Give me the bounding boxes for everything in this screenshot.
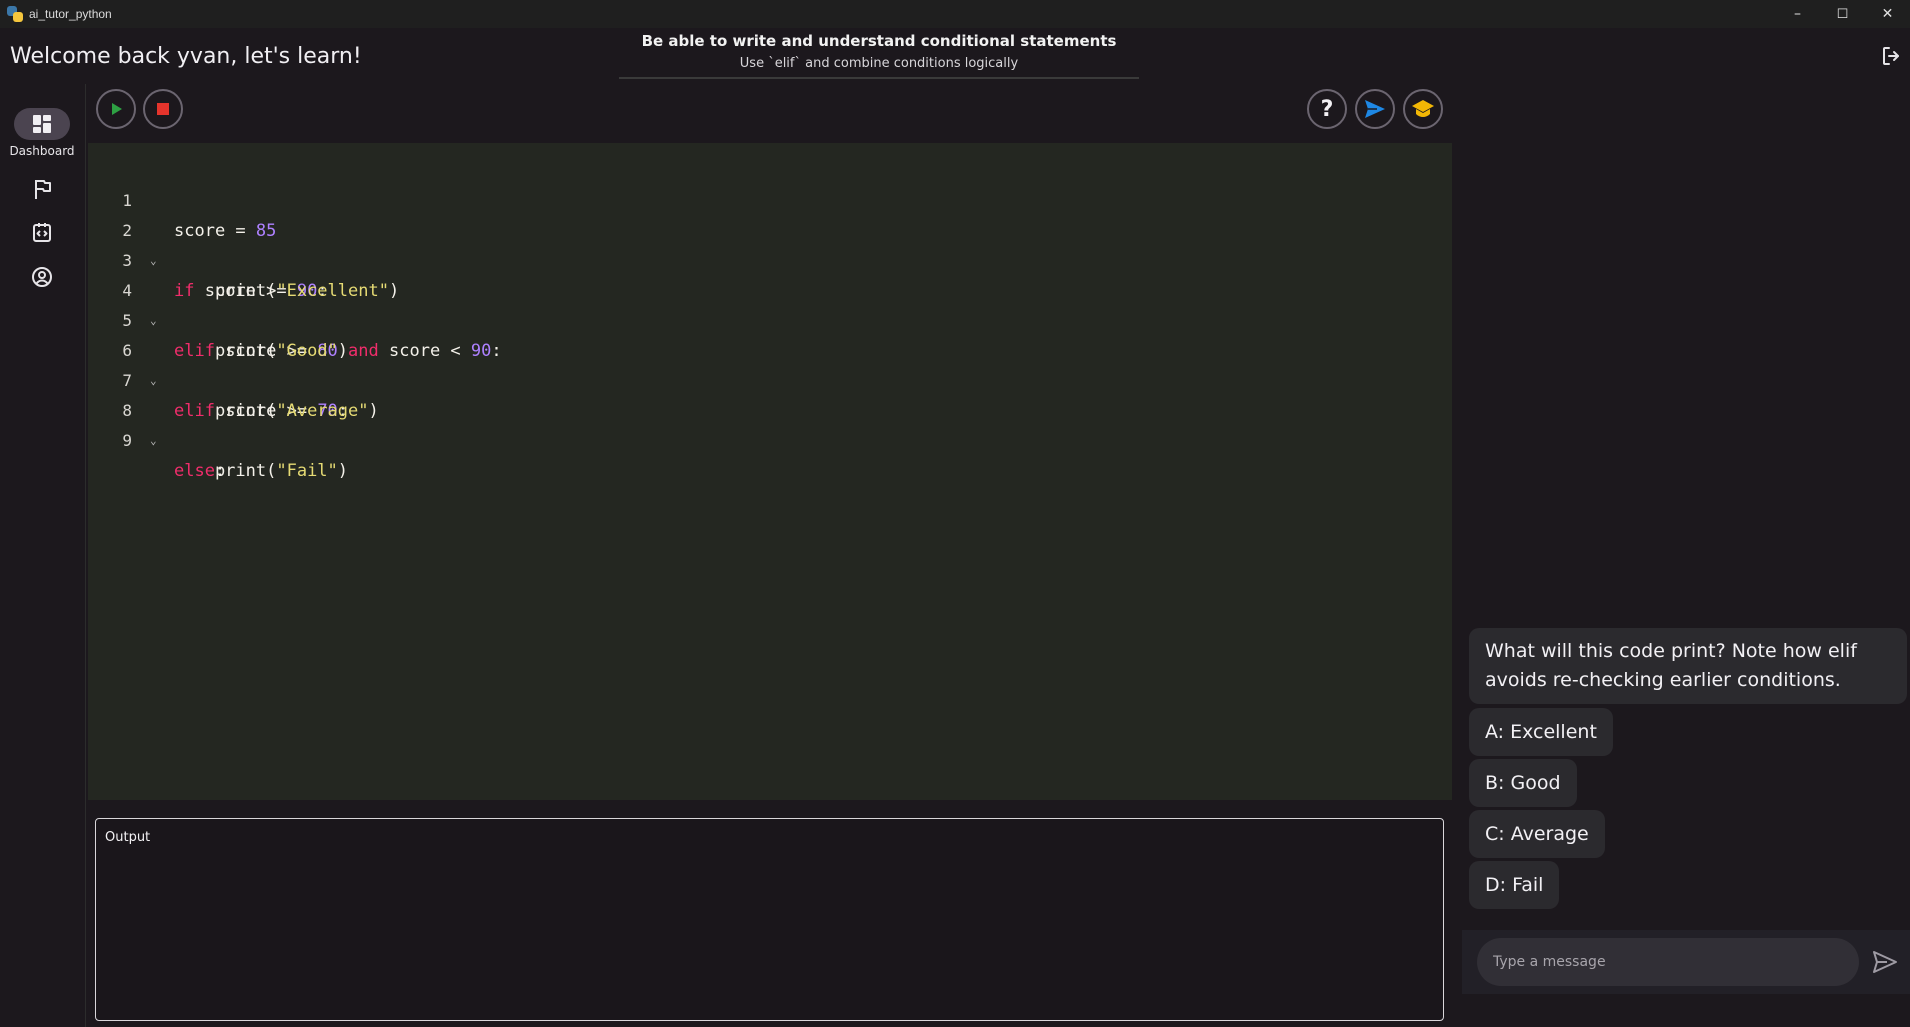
objective-subtitle: Use `elif` and combine conditions logica… xyxy=(739,56,1019,71)
chat-message-input[interactable] xyxy=(1477,938,1859,986)
stop-button[interactable] xyxy=(143,89,183,129)
flag-icon xyxy=(35,180,51,199)
code-line[interactable]: 1 score = 85 xyxy=(88,156,1452,241)
graduation-cap-icon xyxy=(1412,100,1434,117)
submit-button[interactable] xyxy=(1355,89,1395,129)
answer-option-c[interactable]: C: Average xyxy=(1469,810,1605,858)
code-line[interactable]: 7 print("Average") xyxy=(88,336,1452,421)
nav-dashboard[interactable]: Dashboard xyxy=(0,108,84,158)
python-app-icon xyxy=(7,6,23,22)
send-icon xyxy=(1365,100,1385,118)
help-button[interactable]: ? xyxy=(1307,89,1347,129)
tutor-button[interactable] xyxy=(1403,89,1443,129)
nav-dashboard-label: Dashboard xyxy=(9,144,75,158)
account-circle-icon xyxy=(32,267,52,287)
nav-dashboard-pill[interactable] xyxy=(14,108,70,140)
output-label: Output xyxy=(105,830,151,845)
tutor-question-bubble: What will this code print? Note how elif… xyxy=(1469,628,1907,704)
maximize-button[interactable]: ☐ xyxy=(1820,0,1865,28)
code-line[interactable]: 8 ⌄ else: xyxy=(88,366,1452,481)
code-line[interactable]: 5 print("Good") xyxy=(88,276,1452,361)
play-icon xyxy=(112,103,122,115)
code-line[interactable]: 4 ⌄ elif score >= 80 and score < 90: xyxy=(88,246,1452,361)
chat-composer xyxy=(1462,930,1910,994)
objective-title: Be able to write and understand conditio… xyxy=(641,32,1117,50)
nav-profile[interactable] xyxy=(0,266,84,288)
answer-option-d[interactable]: D: Fail xyxy=(1469,861,1560,909)
lesson-objective: Be able to write and understand conditio… xyxy=(619,32,1139,79)
code-editor[interactable]: 1 score = 85 2 ⌄ if score >= 90: 3 print… xyxy=(88,143,1452,800)
output-panel: Output xyxy=(95,818,1444,1021)
logout-icon xyxy=(1883,47,1899,65)
code-line[interactable]: 6 ⌄ elif score >= 70: xyxy=(88,306,1452,421)
line-number: 9 xyxy=(122,431,132,450)
run-button[interactable] xyxy=(96,89,136,129)
sidebar-nav: Dashboard xyxy=(0,84,86,1027)
nav-code-editor[interactable] xyxy=(0,221,84,243)
close-button[interactable]: ✕ xyxy=(1865,0,1910,28)
title-bar: ai_tutor_python – ☐ ✕ xyxy=(0,0,1910,28)
nav-goals[interactable] xyxy=(0,178,84,200)
dashboard-icon xyxy=(33,115,51,133)
window-title: ai_tutor_python xyxy=(29,7,112,21)
code-line[interactable]: 3 print("Excellent") xyxy=(88,216,1452,301)
logout-button[interactable] xyxy=(1880,44,1904,68)
welcome-heading: Welcome back yvan, let's learn! xyxy=(10,44,362,69)
send-arrow-icon xyxy=(1873,951,1897,973)
fold-chevron-icon[interactable]: ⌄ xyxy=(150,426,157,456)
code-line[interactable]: 2 ⌄ if score >= 90: xyxy=(88,186,1452,301)
code-file-icon xyxy=(33,223,51,242)
minimize-button[interactable]: – xyxy=(1775,0,1820,28)
answer-option-b[interactable]: B: Good xyxy=(1469,759,1577,807)
answer-option-a[interactable]: A: Excellent xyxy=(1469,708,1613,756)
send-message-button[interactable] xyxy=(1872,950,1898,974)
code-line[interactable]: 9 print("Fail") xyxy=(88,396,1452,481)
stop-icon xyxy=(157,103,169,115)
